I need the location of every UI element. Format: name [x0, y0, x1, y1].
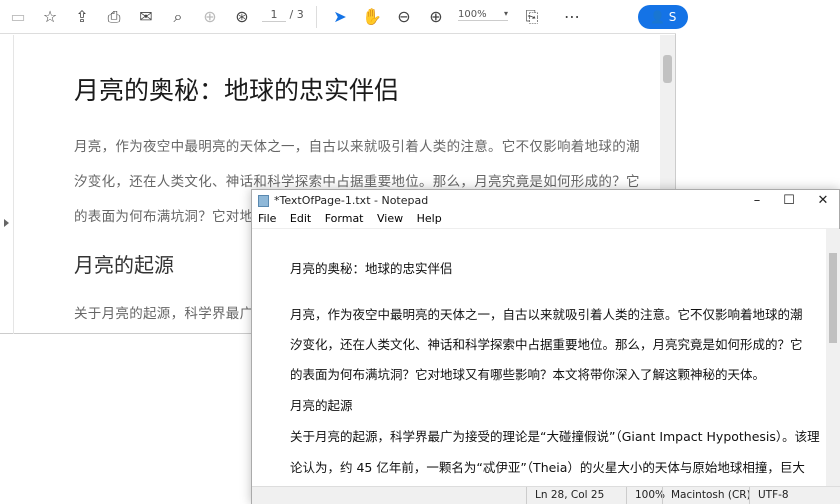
pdf-toolbar: ▭ ☆ ⇪ ⎙ ✉ ⌕ ⊕ ⊛ 1 / 3 ➤ ✋ ⊖ ⊕ 100% ▾ ⎘ ⋯…: [0, 0, 688, 34]
zoom-level: 100%: [626, 487, 666, 504]
text-line: 月亮的起源: [290, 398, 353, 413]
paragraph-line: 关于月亮的起源，科学界最广: [74, 306, 254, 322]
notepad-window: *TextOfPage-1.txt - Notepad – ☐ ✕ File E…: [251, 189, 840, 504]
encoding: UTF-8: [749, 487, 829, 504]
paragraph-line: 汐变化，还在人类文化、神话和科学探索中占据重要地位。那么，月亮究竟是如何形成的？…: [74, 174, 640, 190]
status-bar: Ln 28, Col 25 100% Macintosh (CR) UTF-8: [252, 486, 840, 504]
expand-arrow-icon[interactable]: [4, 219, 9, 227]
close-button[interactable]: ✕: [808, 190, 838, 211]
paragraph-line: 的表面为何布满坑洞？它对地: [74, 209, 254, 225]
save-icon[interactable]: ▭: [8, 7, 28, 27]
document-title: 月亮的奥秘：地球的忠实伴侣: [74, 76, 400, 105]
text-line: 关于月亮的起源，科学界最广为接受的理论是“大碰撞假说”（Giant Impact…: [290, 429, 820, 444]
line-ending: Macintosh (CR): [662, 487, 752, 504]
notepad-icon: [258, 195, 269, 207]
section-heading: 月亮的起源: [74, 253, 174, 277]
hand-icon[interactable]: ✋: [362, 7, 382, 27]
search-icon[interactable]: ⌕: [168, 7, 188, 27]
divider: [316, 6, 317, 28]
page-input[interactable]: 1: [262, 8, 286, 22]
page-fit-icon[interactable]: ⎘: [522, 7, 542, 27]
minimize-button[interactable]: –: [742, 190, 772, 211]
menu-file[interactable]: File: [258, 212, 276, 225]
share-label: S: [668, 10, 677, 24]
zoom-in-icon[interactable]: ⊕: [426, 7, 446, 27]
text-line: 汐变化，还在人类文化、神话和科学探索中占据重要地位。那么，月亮究竟是如何形成的？…: [290, 337, 803, 352]
text-line: 月亮的奥秘：地球的忠实伴侣: [290, 261, 453, 276]
mail-icon[interactable]: ✉: [136, 7, 156, 27]
menu-edit[interactable]: Edit: [290, 212, 311, 225]
print-icon[interactable]: ⎙: [104, 7, 124, 27]
menu-help[interactable]: Help: [417, 212, 442, 225]
scroll-thumb[interactable]: [829, 253, 837, 343]
page-indicator[interactable]: 1 / 3: [262, 8, 304, 22]
page-up-icon[interactable]: ⊕: [200, 7, 220, 27]
menu-format[interactable]: Format: [325, 212, 364, 225]
zoom-out-icon[interactable]: ⊖: [394, 7, 414, 27]
more-icon[interactable]: ⋯: [562, 7, 582, 27]
upload-icon[interactable]: ⇪: [72, 7, 92, 27]
menu-bar: File Edit Format View Help: [252, 211, 839, 229]
text-line: 月亮，作为夜空中最明亮的天体之一，自古以来就吸引着人类的注意。它不仅影响着地球的…: [290, 307, 803, 322]
zoom-value: 100%: [458, 9, 487, 20]
text-line: 论认为，约 45 亿年前，一颗名为“忒伊亚”（Theia）的火星大小的天体与原始…: [290, 460, 805, 475]
notepad-scrollbar[interactable]: [826, 229, 840, 486]
star-icon[interactable]: ☆: [40, 7, 60, 27]
scroll-thumb[interactable]: [663, 55, 672, 83]
title-bar: *TextOfPage-1.txt - Notepad – ☐ ✕: [252, 190, 839, 211]
window-title: *TextOfPage-1.txt - Notepad: [274, 194, 429, 207]
maximize-button[interactable]: ☐: [774, 190, 804, 211]
cursor-position: Ln 28, Col 25: [526, 487, 636, 504]
page-down-icon[interactable]: ⊛: [232, 7, 252, 27]
text-line: 的表面为何布满坑洞？它对地球又有哪些影响？本文将带你深入了解这颗神秘的天体。: [290, 367, 766, 382]
page-total: / 3: [289, 8, 304, 21]
select-arrow-icon[interactable]: ➤: [330, 7, 350, 27]
menu-view[interactable]: View: [377, 212, 403, 225]
paragraph-line: 月亮，作为夜空中最明亮的天体之一，自古以来就吸引着人类的注意。它不仅影响着地球的…: [74, 139, 640, 155]
share-button[interactable]: 👤 S: [638, 5, 688, 29]
text-area[interactable]: 月亮的奥秘：地球的忠实伴侣 月亮，作为夜空中最明亮的天体之一，自古以来就吸引着人…: [252, 229, 826, 486]
left-panel-toggle[interactable]: [0, 35, 14, 334]
zoom-select[interactable]: 100% ▾: [458, 9, 508, 21]
